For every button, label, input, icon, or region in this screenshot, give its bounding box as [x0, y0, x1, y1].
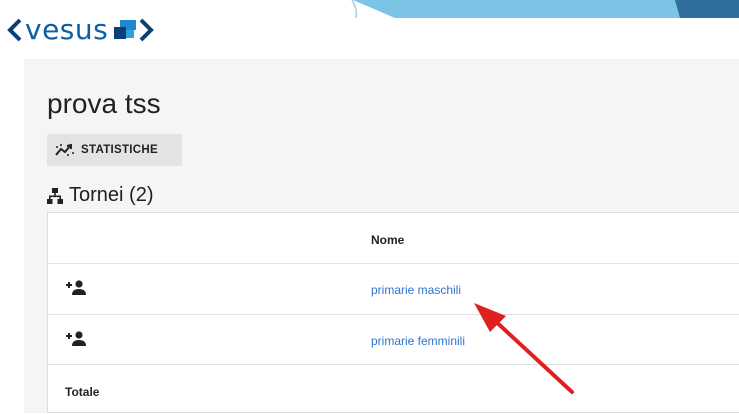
trending-chart-icon — [55, 143, 74, 156]
tournaments-heading-label: Tornei (2) — [69, 184, 154, 206]
table-header-row: Nome — [48, 213, 739, 264]
chevron-left-icon — [7, 18, 22, 42]
statistics-button[interactable]: STATISTICHE — [47, 134, 182, 166]
chevron-right-icon — [139, 18, 155, 42]
column-header-name: Nome — [371, 233, 405, 247]
tournament-link[interactable]: primarie femminili — [371, 334, 465, 348]
logo-squares-icon — [114, 20, 137, 39]
table-row: primarie femminili — [48, 315, 739, 365]
vesus-logo[interactable]: vesus — [7, 12, 155, 48]
table-total-row: Totale — [48, 365, 739, 414]
add-person-icon[interactable] — [65, 331, 87, 352]
total-label: Totale — [65, 385, 100, 399]
add-person-icon[interactable] — [65, 280, 87, 301]
page-title: prova tss — [47, 88, 161, 119]
logo-text: vesus — [25, 13, 109, 46]
statistics-button-label: STATISTICHE — [81, 144, 158, 156]
tournaments-table: Nome primarie maschili primarie femminil… — [47, 212, 739, 413]
sitemap-icon — [47, 187, 63, 204]
tournaments-heading: Tornei (2) — [47, 184, 153, 207]
table-row: primarie maschili — [48, 264, 739, 315]
tournament-link[interactable]: primarie maschili — [371, 283, 461, 297]
